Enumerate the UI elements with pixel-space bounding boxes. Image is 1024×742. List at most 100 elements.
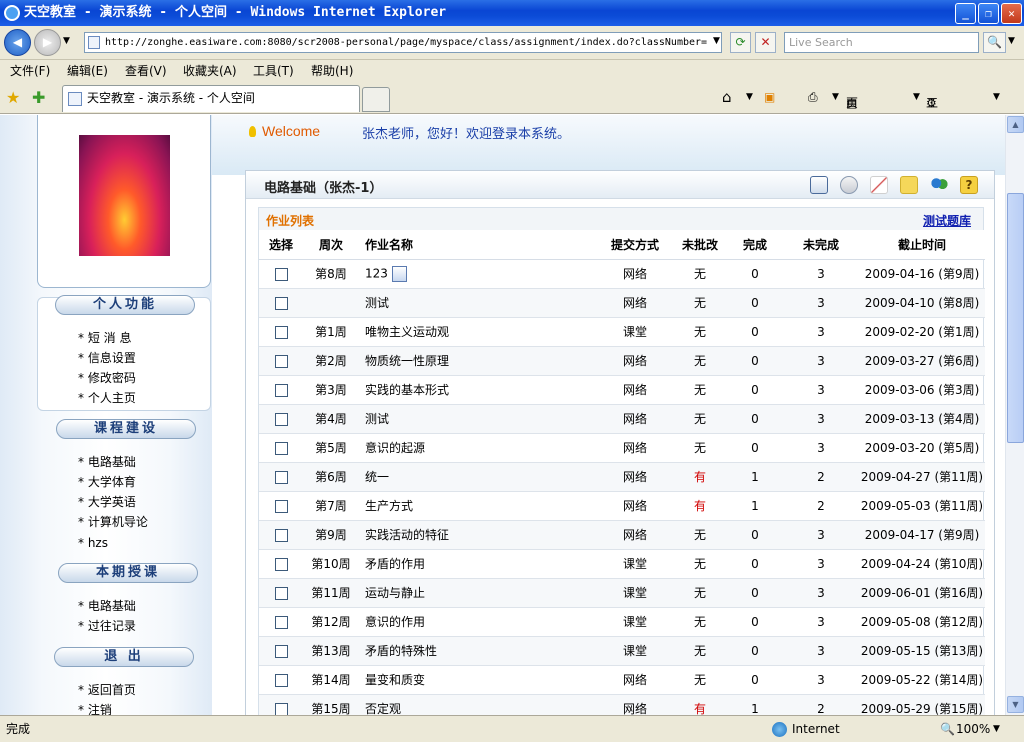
assignment-link[interactable]: 实践的基本形式 [365, 383, 449, 397]
select-checkbox[interactable] [274, 557, 288, 571]
assignment-link[interactable]: 唯物主义运动观 [365, 325, 449, 339]
select-cell [259, 578, 303, 608]
favorites-star-icon[interactable]: ★ [6, 88, 20, 107]
unmarked-cell: 无 [673, 317, 727, 347]
link-icon[interactable] [840, 176, 858, 194]
scroll-thumb[interactable] [1007, 193, 1024, 443]
assignment-link[interactable]: 矛盾的作用 [365, 557, 425, 571]
search-input[interactable]: Live Search [784, 32, 979, 53]
select-checkbox[interactable] [274, 412, 288, 426]
tools-dropdown-icon[interactable]: ▼ [993, 88, 1000, 106]
assignment-link[interactable]: 统一 [365, 470, 389, 484]
minimize-button[interactable]: _ [955, 3, 976, 24]
add-favorite-icon[interactable]: ✚ [32, 88, 45, 107]
back-button[interactable]: ◀ [4, 29, 31, 56]
assignment-link[interactable]: 意识的起源 [365, 441, 425, 455]
home-dropdown-icon[interactable]: ▼ [746, 88, 753, 106]
sidebar-item-change-password[interactable]: * 修改密码 [78, 370, 136, 386]
assignment-link[interactable]: 测试 [365, 296, 389, 310]
feeds-icon[interactable]: ▣ [764, 88, 775, 106]
sidebar-item-messages[interactable]: * 短 消 息 [78, 330, 131, 346]
deadline-cell-text: 2009-05-29 (第15周) [860, 702, 984, 715]
menu-view[interactable]: 查看(V) [125, 60, 167, 82]
unmarked-cell: 无 [673, 578, 727, 608]
menu-file[interactable]: 文件(F) [10, 60, 50, 82]
calendar-icon[interactable] [810, 176, 828, 194]
url-field[interactable]: http://zonghe.easiware.com:8080/scr2008-… [84, 32, 722, 53]
note-icon[interactable] [900, 176, 918, 194]
select-checkbox[interactable] [274, 325, 288, 339]
select-checkbox[interactable] [274, 615, 288, 629]
url-dropdown-icon[interactable]: ▼ [706, 32, 727, 53]
forward-button[interactable]: ▶ [34, 29, 61, 56]
zoom-level[interactable]: 100% [956, 716, 990, 742]
done-cell-text: 0 [751, 672, 759, 687]
edit-icon[interactable] [870, 176, 888, 194]
undone-cell: 2 [783, 694, 859, 715]
select-checkbox[interactable] [274, 470, 288, 484]
sidebar-home-link[interactable]: * 返回首页 [78, 682, 136, 698]
assignment-link[interactable]: 意识的作用 [365, 615, 425, 629]
assignment-link[interactable]: 生产方式 [365, 499, 413, 513]
search-button[interactable]: 🔍 [983, 32, 1006, 53]
scroll-down-icon[interactable]: ▼ [1007, 696, 1024, 713]
stop-button[interactable]: ✕ [755, 32, 776, 53]
maximize-button[interactable]: ❐ [978, 3, 999, 24]
sidebar-item-homepage[interactable]: * 个人主页 [78, 390, 136, 406]
select-checkbox[interactable] [274, 673, 288, 687]
zoom-dropdown-icon[interactable]: ▼ [993, 716, 1000, 742]
test-library-link[interactable]: 测试题库 [923, 212, 971, 229]
page-dropdown-icon[interactable]: ▼ [913, 88, 920, 106]
assignment-link[interactable]: 物质统一性原理 [365, 354, 449, 368]
assignment-link[interactable]: 否定观 [365, 702, 401, 715]
home-icon[interactable]: ⌂ [722, 88, 732, 106]
sidebar-item-label: 电路基础 [87, 455, 136, 469]
sidebar-course-2[interactable]: * 大学体育 [78, 474, 136, 490]
assignment-link[interactable]: 实践活动的特征 [365, 528, 449, 542]
menu-edit[interactable]: 编辑(E) [67, 60, 108, 82]
close-button[interactable]: ✕ [1001, 3, 1022, 24]
deadline-cell-text: 2009-05-08 (第12周) [860, 615, 984, 629]
assignment-link[interactable]: 123 [365, 266, 388, 280]
select-checkbox[interactable] [274, 644, 288, 658]
help-icon[interactable]: ? [960, 176, 978, 194]
menu-favorites[interactable]: 收藏夹(A) [183, 60, 237, 82]
refresh-button[interactable]: ⟳ [730, 32, 751, 53]
sidebar-course-5[interactable]: * hzs [78, 535, 108, 551]
sidebar-course-1[interactable]: * 电路基础 [78, 454, 136, 470]
search-options-icon[interactable]: ▼ [1008, 36, 1015, 46]
select-checkbox[interactable] [274, 441, 288, 455]
assignment-link[interactable]: 矛盾的特殊性 [365, 644, 437, 658]
sidebar-term-1[interactable]: * 电路基础 [78, 598, 136, 614]
vertical-scrollbar[interactable]: ▲ ▼ [1005, 115, 1024, 715]
sidebar-logout-link[interactable]: * 注销 [78, 702, 112, 715]
menu-help[interactable]: 帮助(H) [311, 60, 353, 82]
select-checkbox[interactable] [274, 296, 288, 310]
select-checkbox[interactable] [274, 586, 288, 600]
select-checkbox[interactable] [274, 354, 288, 368]
menu-tools[interactable]: 工具(T) [253, 60, 294, 82]
sidebar-course-3[interactable]: * 大学英语 [78, 494, 136, 510]
assignment-link[interactable]: 运动与静止 [365, 586, 425, 600]
select-checkbox[interactable] [274, 528, 288, 542]
new-tab-button[interactable] [362, 87, 390, 112]
tab-active[interactable]: 天空教室 - 演示系统 - 个人空间 [62, 85, 360, 112]
week-cell-text: 第11周 [311, 586, 351, 600]
print-icon[interactable]: ⎙ [808, 88, 818, 106]
document-icon[interactable] [391, 265, 407, 282]
sidebar-course-4[interactable]: * 计算机导论 [78, 514, 148, 530]
sidebar-term-2[interactable]: * 过往记录 [78, 618, 136, 634]
assignment-link[interactable]: 测试 [365, 412, 389, 426]
select-checkbox[interactable] [274, 383, 288, 397]
print-dropdown-icon[interactable]: ▼ [832, 88, 839, 106]
select-checkbox[interactable] [274, 702, 288, 715]
deadline-cell: 2009-05-29 (第15周) [859, 694, 985, 715]
scroll-up-icon[interactable]: ▲ [1007, 116, 1024, 133]
history-dropdown-icon[interactable]: ▼ [63, 36, 70, 46]
select-checkbox[interactable] [274, 267, 288, 281]
select-checkbox[interactable] [274, 499, 288, 513]
assignment-link[interactable]: 量变和质变 [365, 673, 425, 687]
sidebar-item-info-settings[interactable]: * 信息设置 [78, 350, 136, 366]
col-mode: 提交方式 [597, 230, 673, 260]
users-icon[interactable] [930, 176, 948, 194]
